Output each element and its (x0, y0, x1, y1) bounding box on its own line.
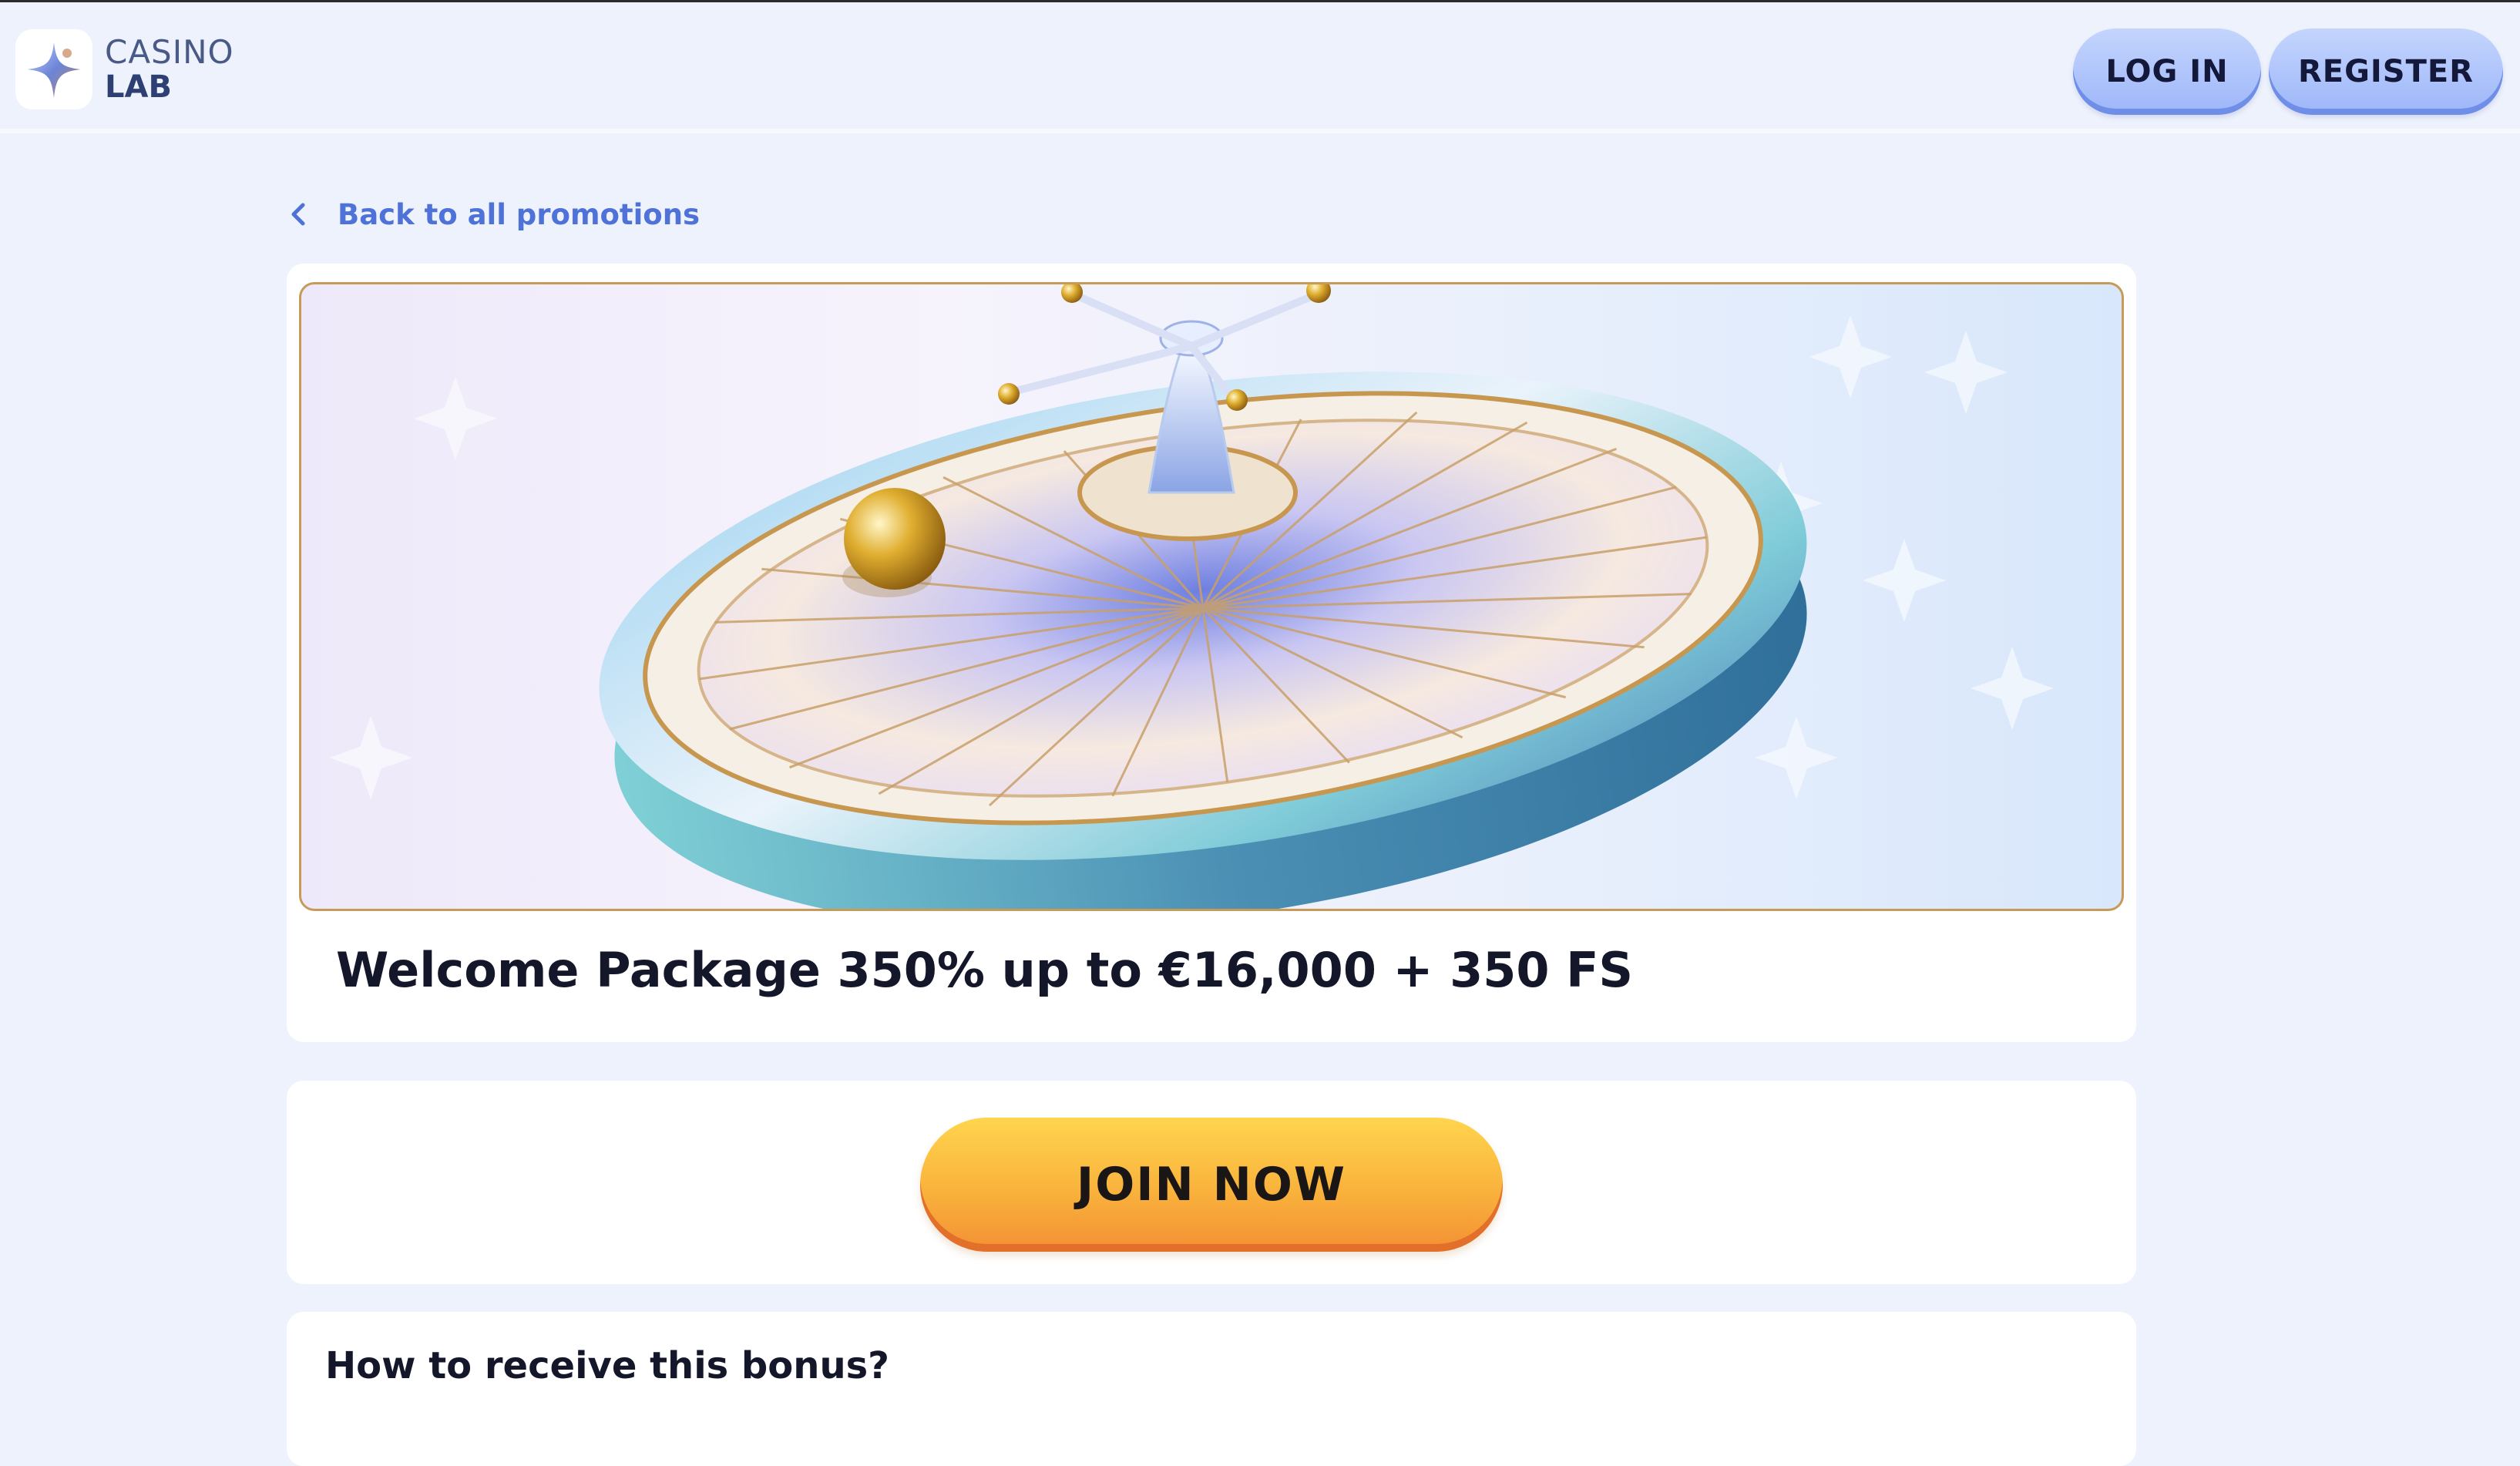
logo-text-casino: CASINO (105, 33, 234, 71)
how-to-receive-heading: How to receive this bonus? (325, 1344, 890, 1387)
back-to-promotions-link[interactable]: Back to all promotions (288, 191, 700, 237)
logo-text-lab: LAB (105, 69, 172, 105)
casino-lab-logo[interactable]: CASINO LAB (0, 27, 234, 112)
chevron-left-icon (288, 199, 311, 230)
back-link-label: Back to all promotions (338, 197, 701, 231)
promotion-title: Welcome Package 350% up to €16,000 + 350… (336, 942, 1634, 998)
sparkle-star-icon (15, 29, 92, 109)
how-to-receive-card: How to receive this bonus? (287, 1312, 2136, 1466)
roulette-wheel-image (329, 284, 2054, 909)
site-header: CASINO LAB LOG IN REGISTER (0, 2, 2520, 133)
join-card: JOIN NOW (287, 1081, 2136, 1284)
promotion-card: Welcome Package 350% up to €16,000 + 350… (287, 264, 2136, 1042)
login-button[interactable]: LOG IN (2073, 29, 2261, 115)
join-now-button[interactable]: JOIN NOW (920, 1118, 1503, 1252)
promotion-banner (299, 282, 2124, 911)
register-button[interactable]: REGISTER (2269, 29, 2503, 115)
